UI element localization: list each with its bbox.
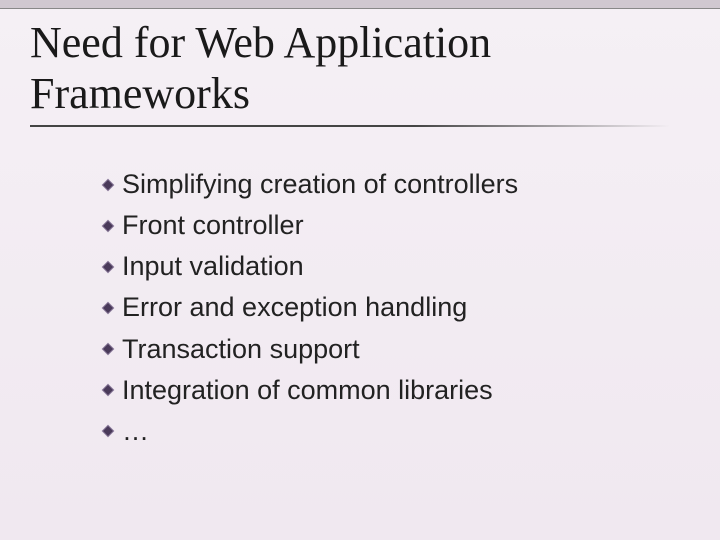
diamond-bullet-icon: [100, 177, 116, 193]
slide-title: Need for Web Application Frameworks: [0, 0, 720, 119]
title-line-2: Frameworks: [30, 69, 250, 118]
slide-content: Simplifying creation of controllers Fron…: [0, 127, 720, 449]
list-item: Integration of common libraries: [100, 373, 720, 408]
bullet-text: Input validation: [122, 249, 304, 284]
bullet-text: Transaction support: [122, 332, 360, 367]
list-item: Front controller: [100, 208, 720, 243]
list-item: Simplifying creation of controllers: [100, 167, 720, 202]
diamond-bullet-icon: [100, 382, 116, 398]
bullet-text: Integration of common libraries: [122, 373, 493, 408]
list-item: Transaction support: [100, 332, 720, 367]
list-item: …: [100, 414, 720, 449]
bullet-text: …: [122, 414, 149, 449]
bullet-text: Error and exception handling: [122, 290, 467, 325]
slide-top-accent: [0, 0, 720, 8]
diamond-bullet-icon: [100, 423, 116, 439]
list-item: Error and exception handling: [100, 290, 720, 325]
bullet-text: Simplifying creation of controllers: [122, 167, 518, 202]
list-item: Input validation: [100, 249, 720, 284]
title-line-1: Need for Web Application: [30, 18, 491, 67]
bullet-text: Front controller: [122, 208, 304, 243]
diamond-bullet-icon: [100, 218, 116, 234]
slide-top-line: [0, 8, 720, 9]
diamond-bullet-icon: [100, 259, 116, 275]
diamond-bullet-icon: [100, 341, 116, 357]
diamond-bullet-icon: [100, 300, 116, 316]
